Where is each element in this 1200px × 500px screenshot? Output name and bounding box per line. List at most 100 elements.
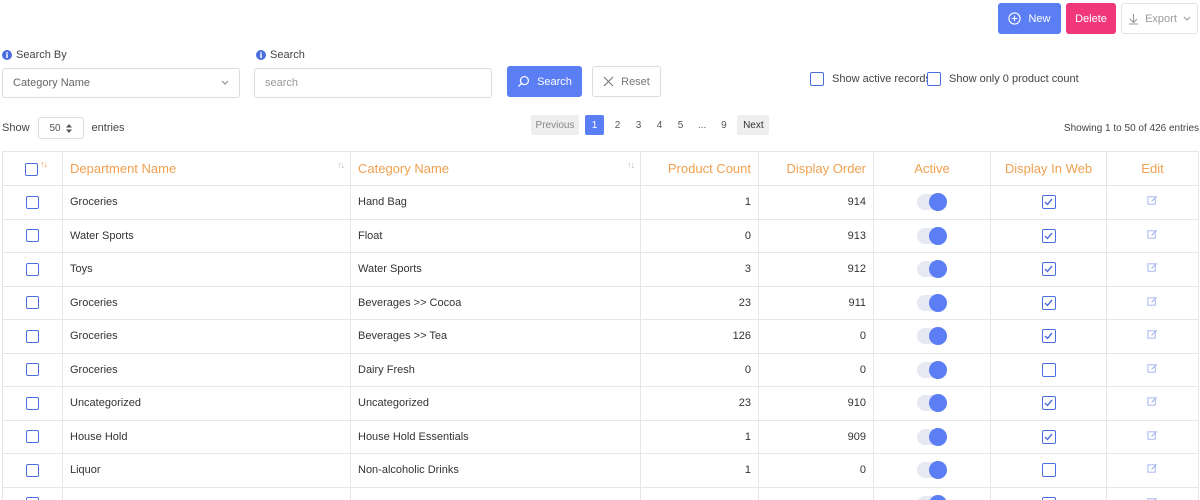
display-order-cell: 912 — [758, 252, 874, 287]
row-select-checkbox[interactable] — [26, 262, 39, 276]
select-all-checkbox[interactable] — [25, 163, 38, 177]
page-length-select[interactable]: 50 — [37, 117, 84, 139]
row-select-checkbox[interactable] — [26, 296, 39, 310]
active-toggle[interactable] — [917, 260, 947, 279]
export-button[interactable]: Export — [1121, 3, 1198, 34]
row-select-checkbox[interactable] — [26, 229, 39, 243]
show-active-checkbox[interactable] — [810, 72, 824, 86]
column-header-active[interactable]: Active — [873, 151, 991, 186]
display-web-checkbox[interactable] — [1041, 396, 1056, 411]
display-order-cell — [758, 486, 874, 500]
display-web-checkbox[interactable] — [1041, 362, 1056, 377]
product-count-cell: 126 — [640, 319, 759, 354]
edit-icon[interactable] — [1147, 195, 1158, 209]
show-active-option[interactable]: Show active records — [810, 72, 931, 86]
display-web-checkbox[interactable] — [1041, 429, 1056, 444]
active-toggle[interactable] — [917, 293, 947, 312]
delete-button[interactable]: Delete — [1066, 3, 1116, 34]
display-web-checkbox[interactable] — [1041, 295, 1056, 310]
pagination-page[interactable]: 3 — [631, 115, 646, 135]
search-button[interactable]: Search — [507, 66, 582, 97]
edit-icon[interactable] — [1147, 463, 1158, 477]
entries-label: entries — [91, 122, 125, 134]
table-row[interactable]: Liquor Non-alcoholic Drinks 1 0 — [2, 453, 1199, 488]
display-web-checkbox[interactable] — [1041, 195, 1056, 210]
column-header-edit: Edit — [1106, 151, 1199, 186]
row-select-checkbox[interactable] — [26, 363, 39, 377]
edit-icon[interactable] — [1147, 363, 1158, 377]
active-toggle[interactable] — [917, 494, 947, 500]
table-row[interactable]: Water Sports Float 0 913 — [2, 218, 1199, 253]
active-toggle[interactable] — [917, 461, 947, 480]
table-row[interactable]: Toys Water Sports 3 912 — [2, 252, 1199, 287]
table-row[interactable]: House Hold House Hold Essentials 1 909 — [2, 419, 1199, 454]
display-web-cell — [990, 486, 1107, 500]
filter-panel: i Search By Category Name i Search Searc… — [0, 48, 1200, 103]
product-count-cell: 23 — [640, 386, 759, 421]
active-toggle[interactable] — [917, 394, 947, 413]
pagination-page[interactable]: 9 — [716, 115, 731, 135]
table-row[interactable] — [2, 486, 1199, 500]
pagination-page[interactable]: 2 — [610, 115, 625, 135]
display-web-checkbox[interactable] — [1041, 329, 1056, 344]
sort-icon[interactable]: ↑↓ — [337, 160, 345, 170]
edit-icon[interactable] — [1147, 262, 1158, 276]
search-by-select[interactable]: Category Name — [2, 68, 240, 98]
search-button-label: Search — [537, 75, 572, 88]
table-row[interactable]: Groceries Beverages >> Cocoa 23 911 — [2, 285, 1199, 320]
page-length-control: Show 50 entries — [2, 117, 125, 139]
table-body: Groceries Hand Bag 1 914 Water Sports Float 0 9… — [2, 185, 1199, 500]
toggle-knob — [929, 394, 947, 413]
active-toggle[interactable] — [917, 327, 947, 346]
display-web-checkbox[interactable] — [1041, 463, 1056, 478]
search-input[interactable] — [254, 68, 492, 98]
column-header-display-order[interactable]: Display Order — [758, 151, 874, 186]
active-cell — [873, 486, 991, 500]
new-button[interactable]: New — [998, 3, 1061, 34]
row-select-checkbox[interactable] — [26, 195, 39, 209]
category-cell: Float — [350, 218, 641, 253]
edit-icon[interactable] — [1147, 396, 1158, 410]
chevron-down-icon — [1183, 16, 1191, 21]
display-web-checkbox[interactable] — [1041, 262, 1056, 277]
row-select-cell — [2, 352, 63, 387]
sort-icon[interactable]: ↑↓ — [627, 160, 635, 170]
table-row[interactable]: Groceries Dairy Fresh 0 0 — [2, 352, 1199, 387]
active-toggle[interactable] — [917, 193, 947, 212]
pagination-page[interactable]: 1 — [585, 115, 604, 135]
edit-icon[interactable] — [1147, 229, 1158, 243]
active-toggle[interactable] — [917, 226, 947, 245]
product-count-cell — [640, 486, 759, 500]
display-web-checkbox[interactable] — [1041, 228, 1056, 243]
edit-icon[interactable] — [1147, 430, 1158, 444]
sort-icon[interactable]: ↑↓ — [40, 159, 48, 169]
row-select-checkbox[interactable] — [26, 463, 39, 477]
column-header-display-web[interactable]: Display In Web — [990, 151, 1107, 186]
page-length-value: 50 — [49, 122, 61, 134]
show-zero-checkbox[interactable] — [927, 72, 941, 86]
show-zero-option[interactable]: Show only 0 product count — [927, 72, 1079, 86]
product-count-cell: 1 — [640, 453, 759, 488]
row-select-checkbox[interactable] — [26, 329, 39, 343]
edit-icon[interactable] — [1147, 296, 1158, 310]
pagination-previous[interactable]: Previous — [531, 115, 579, 135]
table-row[interactable]: Uncategorized Uncategorized 23 910 — [2, 386, 1199, 421]
reset-button[interactable]: Reset — [592, 66, 661, 97]
column-header-department[interactable]: Department Name ↑↓ — [62, 151, 351, 186]
active-toggle[interactable] — [917, 427, 947, 446]
column-header-category[interactable]: Category Name ↑↓ — [350, 151, 641, 186]
category-cell: Beverages >> Tea — [350, 319, 641, 354]
pagination-page[interactable]: 5 — [673, 115, 688, 135]
column-header-department-label: Department Name — [70, 161, 177, 176]
pagination-page[interactable]: 4 — [652, 115, 667, 135]
sort-updown-icon — [65, 123, 72, 133]
show-label: Show — [2, 122, 30, 134]
column-header-product-count[interactable]: Product Count — [640, 151, 759, 186]
table-row[interactable]: Groceries Hand Bag 1 914 — [2, 185, 1199, 220]
edit-icon[interactable] — [1147, 329, 1158, 343]
active-toggle[interactable] — [917, 360, 947, 379]
table-row[interactable]: Groceries Beverages >> Tea 126 0 — [2, 319, 1199, 354]
row-select-checkbox[interactable] — [26, 396, 39, 410]
pagination-next[interactable]: Next — [737, 115, 770, 135]
row-select-checkbox[interactable] — [26, 430, 39, 444]
